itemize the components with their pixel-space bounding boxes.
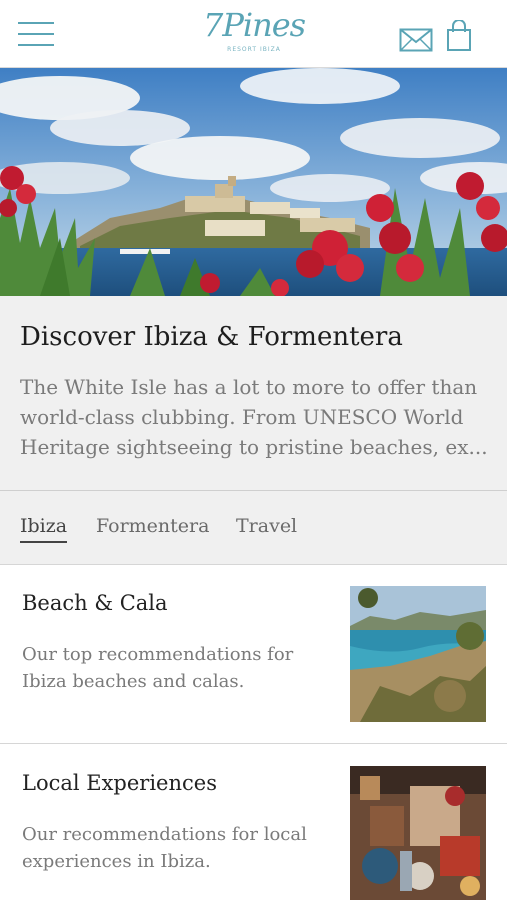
app-header: 7Pines RESORT IBIZA	[0, 0, 507, 68]
intro-text[interactable]: The White Isle has a lot to more to offe…	[20, 372, 490, 462]
tab-ibiza[interactable]: Ibiza	[20, 515, 68, 543]
logo-subtitle: RESORT IBIZA	[227, 46, 281, 53]
card-description: Our top recommendations for Ibiza beache…	[22, 644, 294, 692]
logo[interactable]: 7Pines RESORT IBIZA	[190, 6, 318, 62]
card-description: Our recommendations for local experience…	[22, 824, 307, 872]
intro-section: Discover Ibiza & Formentera The White Is…	[0, 296, 507, 491]
tab-bar: Ibiza Formentera Travel	[0, 491, 507, 565]
market-thumbnail	[350, 766, 486, 900]
card-title: Beach & Cala	[22, 591, 168, 615]
hero-image	[0, 68, 507, 296]
card-local-experiences[interactable]: Local Experiences Our recommendations fo…	[0, 745, 507, 900]
mail-icon[interactable]	[399, 28, 433, 52]
tab-formentera[interactable]: Formentera	[96, 515, 209, 541]
tab-travel[interactable]: Travel	[236, 515, 297, 541]
card-title: Local Experiences	[22, 771, 217, 795]
intro-title: Discover Ibiza & Formentera	[20, 322, 403, 352]
shopping-bag-icon[interactable]	[446, 19, 472, 52]
card-beach-cala[interactable]: Beach & Cala Our top recommendations for…	[0, 565, 507, 744]
hamburger-menu-icon[interactable]	[18, 20, 56, 48]
logo-wordmark: 7Pines	[202, 6, 306, 44]
beach-thumbnail	[350, 586, 486, 722]
